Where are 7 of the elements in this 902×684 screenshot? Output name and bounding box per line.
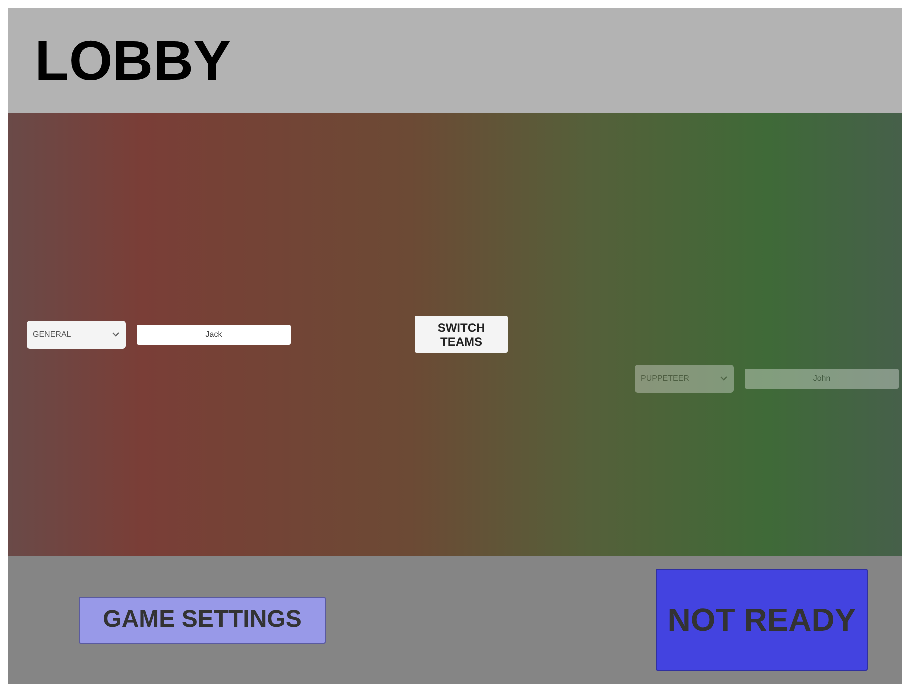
caret-icon [720,376,728,381]
game-settings-button[interactable]: GAME SETTINGS [79,596,326,644]
role-dropdown[interactable]: GENERAL [27,320,126,348]
name-field[interactable]: Jack [137,324,291,344]
lobby-title: LOBBY [35,28,231,93]
switch-teams-button[interactable]: SWITCH TEAMS [415,316,508,353]
caret-icon [112,332,120,337]
